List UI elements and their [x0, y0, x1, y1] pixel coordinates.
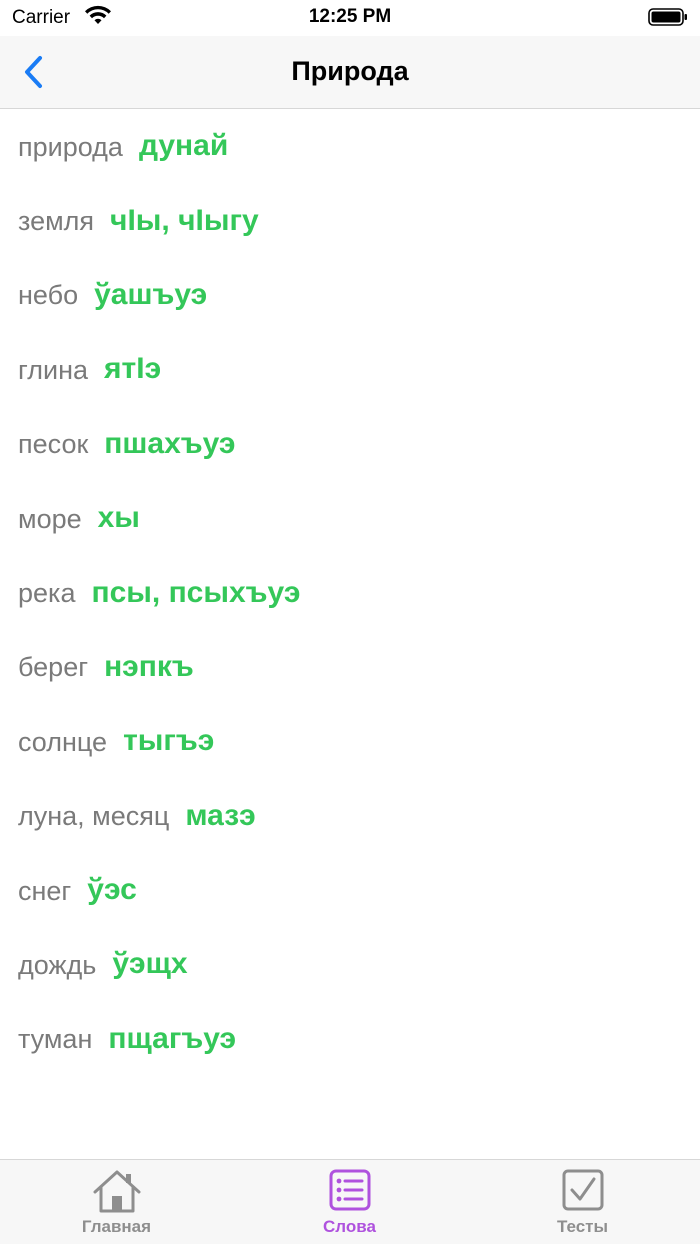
checkbox-icon: [562, 1169, 603, 1211]
tab-home[interactable]: Главная: [0, 1160, 233, 1244]
word-russian: природа: [18, 131, 123, 162]
word-translation: пшахъуэ: [104, 426, 236, 460]
list-item[interactable]: луна, месяц мазэ: [0, 779, 700, 853]
word-translation: мазэ: [185, 798, 256, 832]
word-translation: ўашъуэ: [94, 277, 208, 311]
list-item[interactable]: небо ўашъуэ: [0, 258, 700, 332]
list-item[interactable]: природа дунай: [0, 109, 700, 183]
word-translation: нэпкъ: [104, 649, 194, 683]
word-translation: тыгъэ: [123, 724, 215, 758]
word-russian: песок: [18, 429, 89, 460]
word-russian: луна, месяц: [18, 801, 170, 832]
list-item[interactable]: песок пшахъуэ: [0, 407, 700, 481]
word-translation: пщагъуэ: [108, 1021, 237, 1055]
word-russian: река: [18, 578, 76, 609]
battery-icon: [648, 8, 687, 26]
list-item[interactable]: земля чІы, чІыгу: [0, 183, 700, 257]
word-translation: ўэщх: [112, 947, 188, 981]
tab-tests[interactable]: Тесты: [466, 1160, 699, 1244]
word-russian: дождь: [18, 949, 97, 980]
word-translation: хы: [97, 501, 140, 535]
word-translation: ятІэ: [104, 352, 162, 386]
list-item[interactable]: туман пщагъуэ: [0, 1002, 700, 1076]
word-translation: псы, псыхъуэ: [91, 575, 301, 609]
word-translation: ўэс: [87, 873, 137, 907]
word-russian: солнце: [18, 726, 108, 757]
word-russian: земля: [18, 206, 95, 237]
tab-tests-label: Тесты: [556, 1217, 609, 1236]
word-translation: дунай: [138, 129, 229, 163]
word-russian: берег: [18, 652, 89, 683]
list-item[interactable]: снег ўэс: [0, 853, 700, 927]
status-time: 12:25 PM: [308, 6, 392, 27]
list-item[interactable]: дождь ўэщх: [0, 927, 700, 1001]
word-translation: чІы, чІыгу: [110, 203, 259, 237]
word-russian: глина: [18, 354, 89, 385]
list-icon: [329, 1169, 370, 1211]
tab-words[interactable]: Слова: [233, 1160, 466, 1244]
list-item[interactable]: море хы: [0, 481, 700, 555]
list-item[interactable]: берег нэпкъ: [0, 630, 700, 704]
tab-words-label: Слова: [323, 1217, 376, 1236]
app-screen: Carrier 12:25 PM Природа природа дунай з…: [0, 0, 700, 1244]
list-item[interactable]: солнце тыгъэ: [0, 704, 700, 778]
word-russian: небо: [18, 280, 79, 311]
tab-home-label: Главная: [81, 1217, 152, 1236]
list-item[interactable]: глина ятІэ: [0, 332, 700, 406]
navigation-bar: Природа: [0, 36, 700, 109]
word-list: природа дунай земля чІы, чІыгу небо ўашъ…: [0, 109, 700, 1076]
tab-bar: Главная Слова Тесты: [0, 1159, 700, 1244]
word-russian: туман: [18, 1024, 93, 1055]
house-icon: [93, 1170, 140, 1213]
word-russian: снег: [18, 875, 72, 906]
page-title: Природа: [291, 56, 409, 86]
word-russian: море: [18, 503, 82, 534]
list-item[interactable]: река псы, псыхъуэ: [0, 555, 700, 629]
status-bar: Carrier 12:25 PM: [0, 0, 700, 36]
